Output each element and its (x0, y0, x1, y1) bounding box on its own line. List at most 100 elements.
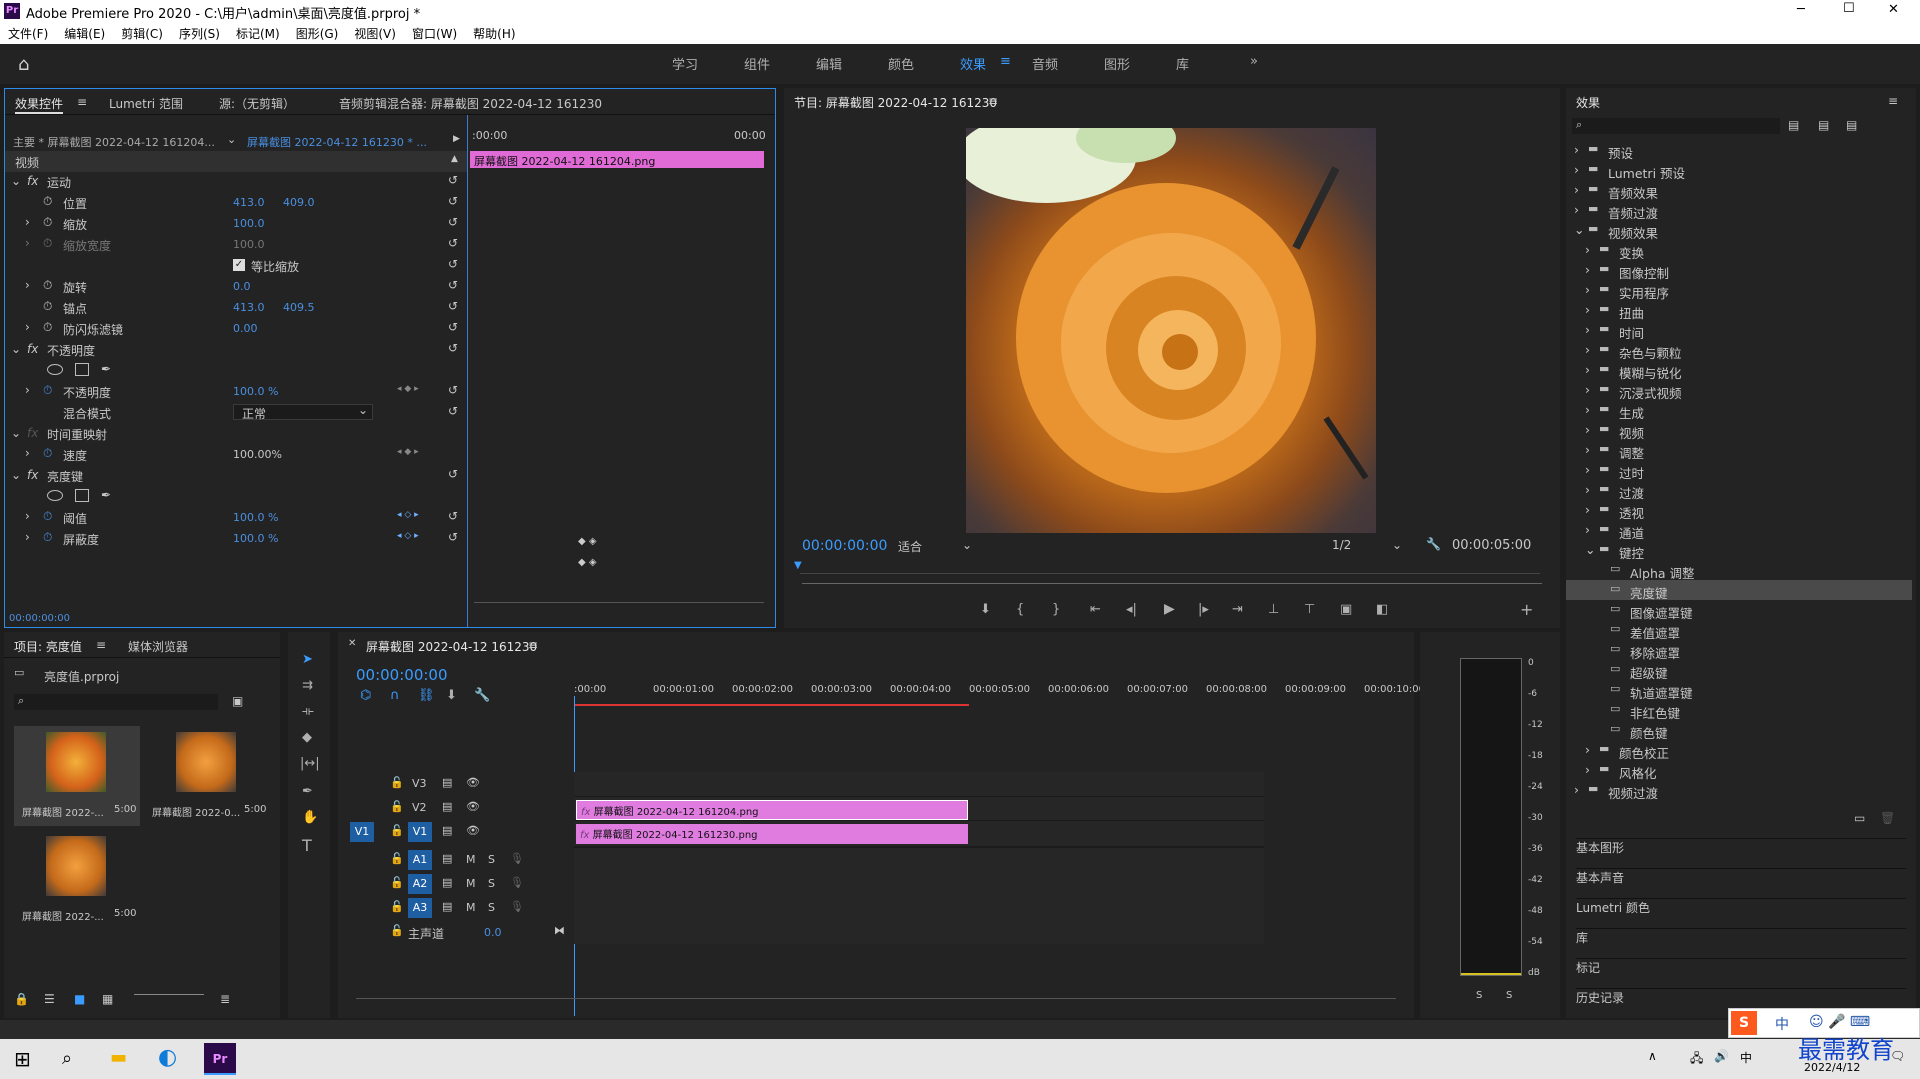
sogou-icon[interactable]: S (1731, 1011, 1757, 1035)
ime-indicator[interactable]: 中 (1740, 1049, 1752, 1066)
opacity-group-row[interactable]: ⌄ fx 不透明度 ↺ (5, 339, 467, 360)
speed-value[interactable]: 100.00% (233, 448, 282, 461)
project-item[interactable]: 屏幕截图 2022-... 5:00 (14, 830, 140, 930)
mic-icon[interactable]: 🎙 (510, 900, 524, 913)
mute-button[interactable]: M (466, 853, 476, 866)
menu-icon[interactable]: ≡ (96, 638, 106, 652)
file-explorer-icon[interactable]: ▬ (110, 1047, 127, 1068)
go-to-end-icon[interactable]: ⧓ (554, 924, 565, 937)
pen-mask-icon[interactable]: ✒ (101, 362, 111, 376)
close-button[interactable]: ✕ (1888, 2, 1899, 17)
delete-icon[interactable]: 🗑 (1880, 811, 1895, 825)
threshold-value[interactable]: 100.0 % (233, 511, 278, 524)
chevron-up-icon[interactable]: ∧ (1648, 1049, 1657, 1063)
effects-tree-item[interactable]: › ▬ 调整 (1566, 440, 1912, 461)
effects-tree-item[interactable]: ▭ 差值遮罩 (1566, 620, 1912, 641)
reset-icon[interactable]: ↺ (448, 299, 458, 313)
rotation-value[interactable]: 0.0 (233, 280, 251, 293)
reset-icon[interactable]: ↺ (448, 278, 458, 292)
clip-v2[interactable]: fx 屏幕截图 2022-04-12 161204.png (576, 800, 968, 820)
tab-audio-clip-mixer[interactable]: 音频剪辑混合器: 屏幕截图 2022-04-12 161230 (339, 95, 602, 112)
lock-icon[interactable]: 🔓 (390, 900, 404, 913)
play-icon[interactable]: ▶ (1164, 601, 1175, 617)
snap-icon[interactable]: ∩ (390, 688, 400, 703)
track-v2-label[interactable]: V2 (412, 801, 427, 814)
yuv-effects-icon[interactable]: ▤ (1846, 118, 1857, 132)
sync-icon[interactable]: ▤ (442, 852, 452, 865)
go-to-out-icon[interactable]: ⇥ (1232, 602, 1243, 617)
uniform-scale-checkbox[interactable]: ✓ (233, 259, 245, 271)
mute-button[interactable]: M (466, 877, 476, 890)
effects-tree-item[interactable]: › ▬ 通道 (1566, 520, 1912, 541)
cutoff-value[interactable]: 100.0 % (233, 532, 278, 545)
effects-tree-item[interactable]: › ▬ 杂色与颗粒 (1566, 340, 1912, 361)
wrench-icon[interactable]: 🔧 (474, 688, 490, 703)
chevron-right-icon[interactable]: › (25, 215, 30, 229)
sync-icon[interactable]: ▤ (442, 900, 452, 913)
sync-icon[interactable]: ▤ (442, 876, 452, 889)
reset-icon[interactable]: ↺ (448, 467, 458, 481)
effects-tree-item[interactable]: › ▬ 过渡 (1566, 480, 1912, 501)
program-timecode[interactable]: 00:00:00:00 (802, 538, 887, 554)
effects-tree-item[interactable]: › ▬ 音频效果 (1566, 180, 1912, 201)
menu-clip[interactable]: 剪辑(C) (113, 22, 171, 42)
lock-icon[interactable]: 🔒 (14, 992, 29, 1006)
tab-source[interactable]: 源:（无剪辑） (219, 95, 295, 112)
timeline-scrollbar[interactable] (356, 998, 1396, 999)
ripple-edit-tool-icon[interactable]: ⟛ (302, 704, 314, 719)
stopwatch-icon[interactable]: ⏱ (43, 530, 52, 545)
lock-icon[interactable]: 🔓 (390, 876, 404, 889)
menu-icon[interactable]: ≡ (988, 94, 998, 108)
anchor-x-value[interactable]: 413.0 (233, 301, 265, 314)
resolution-select[interactable]: 1/2 ⌄ (1332, 538, 1412, 552)
effects-search-input[interactable]: ⌕ (1572, 118, 1780, 134)
windows-start-icon[interactable]: ⊞ (14, 1047, 31, 1071)
tab-project[interactable]: 项目: 亮度值 (14, 638, 82, 655)
search-icon[interactable]: ⌕ (62, 1048, 72, 1069)
workspace-effects[interactable]: 效果 (960, 54, 986, 73)
razor-tool-icon[interactable]: ◆ (302, 730, 312, 745)
effects-tree-item[interactable]: ▭ 颜色键 (1566, 720, 1912, 741)
chevron-down-icon[interactable]: ⌄ (11, 468, 21, 482)
edge-icon[interactable]: ◐ (158, 1045, 177, 1070)
chevron-right-icon[interactable]: › (25, 383, 30, 397)
antiflicker-value[interactable]: 0.00 (233, 322, 258, 335)
menu-icon[interactable]: ≡ (1000, 54, 1011, 69)
panel-libraries[interactable]: 库 (1576, 928, 1906, 952)
track-select-tool-icon[interactable]: ⇉ (302, 678, 313, 693)
lock-icon[interactable]: 🔓 (390, 852, 404, 865)
scale-value[interactable]: 100.0 (233, 217, 265, 230)
lock-icon[interactable]: 🔓 (390, 776, 404, 789)
chevron-right-icon[interactable]: › (1585, 462, 1590, 477)
effects-tree-item[interactable]: › ▬ 模糊与锐化 (1566, 360, 1912, 381)
effects-tree-item[interactable]: ▭ 轨道遮罩键 (1566, 680, 1912, 701)
track-a1-label[interactable]: A1 (408, 850, 432, 870)
timeline-tab[interactable]: 屏幕截图 2022-04-12 161230 (366, 638, 537, 655)
minimize-button[interactable]: ─ (1797, 2, 1805, 17)
add-marker-icon[interactable]: ⬇ (446, 688, 457, 703)
position-y-value[interactable]: 409.0 (283, 196, 315, 209)
time-ruler[interactable]: :00:00 00:00:01:00 00:00:02:00 00:00:03:00 0… (574, 676, 1449, 706)
linked-selection-icon[interactable]: ⛓ (418, 688, 435, 703)
fit-select[interactable]: 适合 ⌄ (898, 538, 978, 555)
ellipse-mask-icon[interactable] (47, 364, 63, 375)
effects-tree-item[interactable]: › ▬ 预设 (1566, 140, 1912, 161)
lock-icon[interactable]: 🔓 (390, 824, 404, 837)
premiere-taskbar-icon[interactable]: Pr (204, 1043, 236, 1075)
effects-tree-item[interactable]: ▭ 图像遮罩键 (1566, 600, 1912, 621)
effects-tree-item[interactable]: › ▬ 颜色校正 (1566, 740, 1912, 761)
tab-lumetri-scopes[interactable]: Lumetri 范围 (109, 95, 183, 112)
chevron-right-icon[interactable]: › (1585, 262, 1590, 277)
workspace-libraries[interactable]: 库 (1176, 54, 1189, 73)
keyframe-nav-icon[interactable]: ◂ ◆ ▸ (397, 447, 419, 457)
reset-icon[interactable]: ↺ (448, 257, 458, 271)
solo-left-button[interactable]: S (1476, 990, 1482, 1001)
chevron-down-icon[interactable]: ⌄ (11, 342, 21, 356)
lift-icon[interactable]: ⊥ (1268, 602, 1279, 617)
extract-icon[interactable]: ⊤ (1304, 602, 1315, 617)
chevron-right-icon[interactable]: › (1585, 362, 1590, 377)
more-workspaces-icon[interactable]: » (1250, 54, 1258, 69)
rectangle-mask-icon[interactable] (75, 363, 89, 376)
chevron-right-icon[interactable]: › (25, 509, 30, 523)
source-patch-v1[interactable]: V1 (350, 822, 374, 842)
